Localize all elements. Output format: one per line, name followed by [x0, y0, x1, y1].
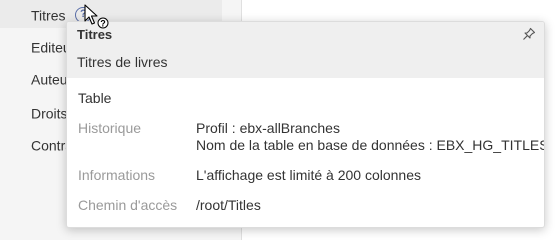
help-tooltip: Titres Titres de livres Table Historique…: [66, 21, 545, 228]
historique-table-name-value: Nom de la table en base de données : EBX…: [196, 137, 545, 153]
informations-label: Informations: [78, 167, 156, 183]
historique-profile-value: Profil : ebx-allBranches: [196, 120, 340, 136]
tooltip-header: Titres Titres de livres: [67, 22, 544, 78]
pin-icon[interactable]: [522, 27, 536, 41]
svg-text:?: ?: [100, 19, 106, 29]
tooltip-subtitle: Titres de livres: [77, 54, 168, 70]
chemin-acces-value: /root/Titles: [196, 197, 261, 213]
tooltip-type: Table: [78, 90, 112, 106]
nav-item-label: Titres: [31, 7, 66, 24]
historique-label: Historique: [78, 120, 142, 136]
informations-value: L'affichage est limité à 200 colonnes: [196, 167, 422, 183]
help-cursor-icon: ?: [84, 4, 109, 29]
chemin-acces-label: Chemin d'accès: [78, 197, 178, 213]
nav-item-label: Droits: [31, 105, 68, 122]
